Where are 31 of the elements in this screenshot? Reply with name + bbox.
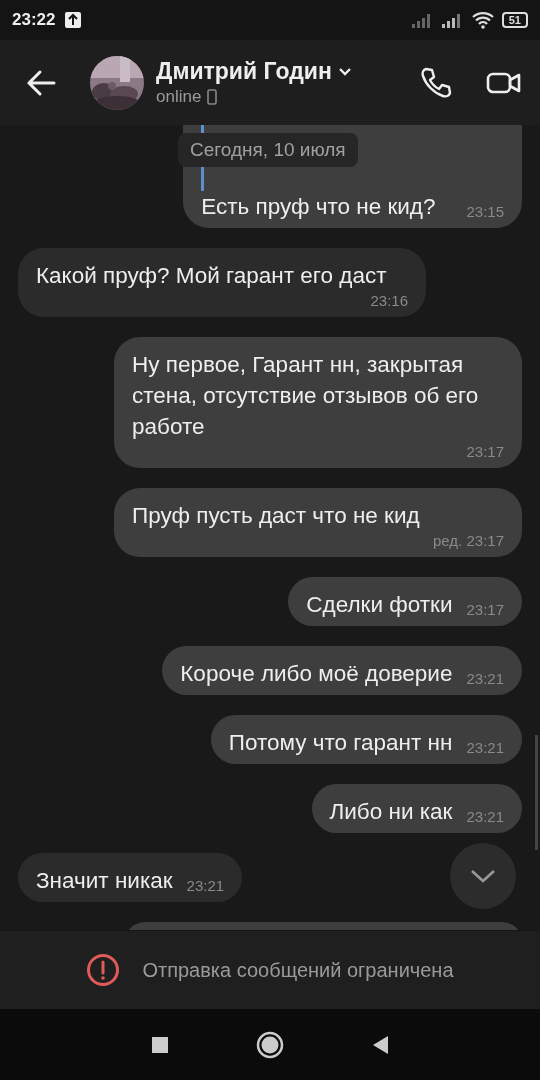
date-label: Сегодня, 10 июля: [178, 133, 358, 167]
message-text: Какой пруф? Мой гарант его даст: [36, 262, 387, 290]
message-time: 23:21: [466, 669, 504, 689]
battery-level: 51: [501, 12, 528, 28]
mobile-phone-icon: [207, 89, 218, 105]
message-text: Потому что гарант нн: [228, 729, 453, 757]
online-status: online: [156, 87, 202, 107]
home-icon[interactable]: [254, 1029, 286, 1061]
wifi-icon: [471, 11, 494, 29]
upload-icon: [65, 12, 82, 28]
message-time: ред. 23:17: [433, 531, 504, 551]
message-text: Пруф пусть даст что не кид: [132, 502, 420, 530]
message-text: Сделки фотки: [306, 591, 453, 619]
message-time: 23:15: [466, 202, 504, 222]
message-time: 23:17: [466, 600, 504, 620]
message-time: 23:17: [466, 442, 504, 462]
message-text: Есть пруф что не кид?: [201, 193, 436, 221]
message-text: Ну первое, Гарант нн, закрытая стена, отсутствие отзывов об его работе: [132, 351, 480, 441]
message-time: 23:21: [466, 738, 504, 758]
chevron-down-icon[interactable]: [337, 66, 352, 77]
clock: 23:22: [12, 10, 56, 30]
message-text: Значит никак: [36, 867, 173, 895]
message-text: Короче либо моё доверие: [180, 660, 453, 688]
contact-name[interactable]: Дмитрий Годин: [156, 58, 332, 85]
chevron-down-icon: [469, 868, 497, 884]
restriction-notice: Отправка сообщений ограничена: [142, 958, 454, 982]
message-time: 23:21: [466, 807, 504, 827]
message-text: Либо ни как: [329, 798, 453, 826]
message-time: 23:16: [370, 291, 408, 311]
message-time: 23:21: [186, 876, 225, 896]
warning-icon: [86, 953, 121, 987]
